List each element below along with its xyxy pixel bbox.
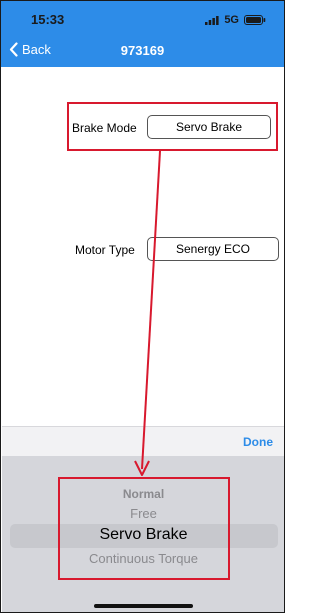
- done-button[interactable]: Done: [243, 435, 273, 449]
- picker-toolbar: Done: [2, 426, 284, 456]
- picker-option-servo-brake[interactable]: Servo Brake: [2, 526, 284, 544]
- network-label: 5G: [224, 14, 239, 26]
- status-bar: 15:33 5G: [1, 1, 284, 35]
- status-icons: 5G: [205, 14, 266, 26]
- motor-type-label: Motor Type: [75, 243, 135, 257]
- motor-type-field[interactable]: Senergy ECO: [147, 237, 279, 261]
- battery-icon: [244, 15, 266, 25]
- app-header: 15:33 5G Back 973169: [1, 1, 284, 67]
- picker-option-continuous-torque[interactable]: Continuous Torque: [2, 551, 284, 566]
- picker-option-free[interactable]: Free: [2, 506, 284, 521]
- signal-bars-icon: [205, 15, 219, 25]
- brake-mode-label: Brake Mode: [72, 121, 137, 135]
- navigation-bar: Back 973169: [1, 35, 284, 67]
- picker-option-normal[interactable]: Normal: [2, 487, 284, 501]
- status-time: 15:33: [31, 12, 65, 27]
- home-indicator: [94, 604, 193, 608]
- page-title: 973169: [120, 43, 165, 58]
- brake-mode-field[interactable]: Servo Brake: [147, 115, 271, 139]
- phone-screen: 15:33 5G Back 973169 Brake Mode Servo Br…: [0, 0, 285, 613]
- brake-mode-picker[interactable]: Normal Free Servo Brake Continuous Torqu…: [2, 456, 284, 612]
